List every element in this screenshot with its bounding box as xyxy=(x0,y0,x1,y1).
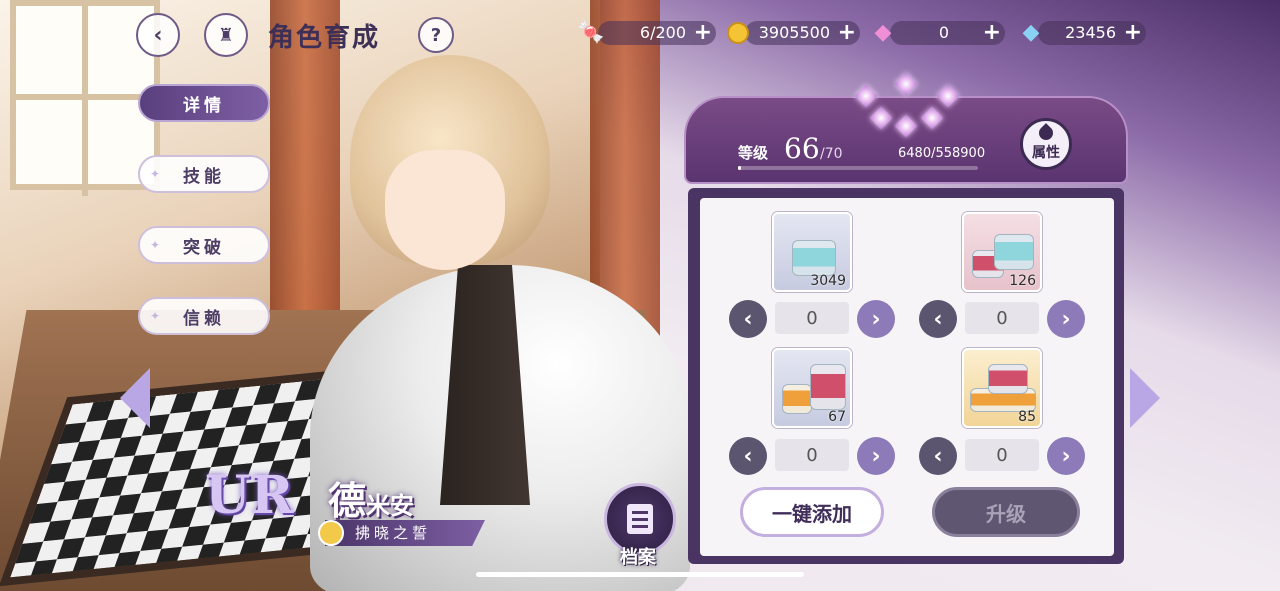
sparkle-icon: ✦ xyxy=(150,309,165,323)
exp-bar xyxy=(738,166,978,170)
prev-character-arrow-icon[interactable] xyxy=(120,368,150,428)
pink-gem-resource: ◆ 0 + xyxy=(875,21,1005,45)
menu-skills-label: 技能 xyxy=(183,166,225,187)
blue-gem-value: 23456 xyxy=(1065,23,1116,42)
item-4-quantity[interactable]: 0 xyxy=(965,439,1039,471)
help-button[interactable]: ? xyxy=(418,17,454,53)
chevron-left-icon: ‹ xyxy=(933,306,943,332)
item-2-decrease-button[interactable]: ‹ xyxy=(919,300,957,338)
item-4-increase-button[interactable]: › xyxy=(1047,437,1085,475)
sparkle-icon: ✦ xyxy=(150,238,165,252)
candy-icon: 🍬 xyxy=(577,20,605,45)
stamina-plus-button[interactable]: + xyxy=(694,21,712,45)
gold-value: 3905500 xyxy=(758,23,830,42)
item-1-quantity[interactable]: 0 xyxy=(775,302,849,334)
item-1-decrease-button[interactable]: ‹ xyxy=(729,300,767,338)
menu-breakthrough-label: 突破 xyxy=(183,237,225,258)
character-subtitle: 拂晓之誓 xyxy=(325,520,485,546)
item-count: 3049 xyxy=(810,273,846,289)
level-label: 等级 xyxy=(738,144,769,162)
exp-bar-fill xyxy=(738,166,741,170)
item-count: 67 xyxy=(828,409,846,425)
menu-breakthrough-tab[interactable]: ✦ 突破 xyxy=(138,226,270,264)
castle-home-icon: ♜ xyxy=(217,24,235,46)
stamina-resource: 🍬 6/200 + xyxy=(577,21,716,45)
character-name-main: 德 xyxy=(328,478,367,523)
top-bar: ‹ ♜ 角色育成 ? 🍬 6/200 + 3905500 + ◆ 0 + ◆ 2… xyxy=(0,0,1280,70)
exp-item-large-card[interactable]: 67 xyxy=(772,348,852,428)
exp-item-medium-card[interactable]: 126 xyxy=(962,212,1042,292)
attribute-label: 属性 xyxy=(1032,145,1060,161)
exp-item-huge-card[interactable]: 85 xyxy=(962,348,1042,428)
back-button[interactable]: ‹ xyxy=(136,13,180,57)
character-name: 德米安 xyxy=(328,470,414,525)
sparkle-icon: ✦ xyxy=(150,167,165,181)
item-1-increase-button[interactable]: › xyxy=(857,300,895,338)
menu-skills-tab[interactable]: ✦ 技能 xyxy=(138,155,270,193)
can-icon xyxy=(994,234,1034,270)
blue-gem-resource: ◆ 23456 + xyxy=(1023,21,1146,45)
item-4-decrease-button[interactable]: ‹ xyxy=(919,437,957,475)
can-icon xyxy=(792,240,836,276)
archive-label: 档案 xyxy=(620,547,656,568)
item-3-quantity[interactable]: 0 xyxy=(775,439,849,471)
add-all-button[interactable]: 一键添加 xyxy=(740,487,884,537)
rarity-badge: UR xyxy=(205,465,294,526)
can-icon xyxy=(988,364,1028,394)
attribute-button[interactable]: 属性 xyxy=(1020,118,1072,170)
menu-details-tab[interactable]: 详情 xyxy=(138,84,270,122)
stamina-value: 6/200 xyxy=(639,23,686,42)
item-2-quantity[interactable]: 0 xyxy=(965,302,1039,334)
chevron-right-icon: › xyxy=(1061,306,1071,332)
water-drop-icon xyxy=(1036,123,1056,143)
chevron-right-icon: › xyxy=(1061,443,1071,469)
item-count: 126 xyxy=(1009,273,1036,289)
gold-resource: 3905500 + xyxy=(727,21,860,45)
item-3-increase-button[interactable]: › xyxy=(857,437,895,475)
character-name-small: 米安 xyxy=(366,491,415,520)
level-header: 等级 66 /70 6480/558900 属性 xyxy=(684,96,1128,184)
chevron-left-icon: ‹ xyxy=(933,443,943,469)
page-title: 角色育成 xyxy=(268,23,381,53)
upgrade-button[interactable]: 升级 xyxy=(932,487,1080,537)
home-indicator[interactable] xyxy=(476,572,804,577)
can-icon xyxy=(810,364,846,410)
chevron-right-icon: › xyxy=(871,443,881,469)
home-button[interactable]: ♜ xyxy=(204,13,248,57)
gold-coin-icon xyxy=(723,18,753,48)
notebook-icon xyxy=(627,504,653,534)
exp-text: 6480/558900 xyxy=(898,146,986,161)
chevron-left-icon: ‹ xyxy=(743,443,753,469)
chevron-right-icon: › xyxy=(871,306,881,332)
item-3-decrease-button[interactable]: ‹ xyxy=(729,437,767,475)
next-character-arrow-icon[interactable] xyxy=(1130,368,1160,428)
item-count: 85 xyxy=(1018,409,1036,425)
item-2-increase-button[interactable]: › xyxy=(1047,300,1085,338)
menu-trust-tab[interactable]: ✦ 信赖 xyxy=(138,297,270,335)
menu-details-label: 详情 xyxy=(183,95,225,116)
blue-diamond-icon: ◆ xyxy=(1022,20,1040,45)
blue-gem-plus-button[interactable]: + xyxy=(1124,21,1142,45)
pink-gem-plus-button[interactable]: + xyxy=(983,21,1001,45)
face xyxy=(385,150,505,270)
menu-trust-label: 信赖 xyxy=(183,308,225,329)
pink-gem-value: 0 xyxy=(938,23,949,42)
back-arrow-icon: ‹ xyxy=(153,22,163,48)
level-max: /70 xyxy=(820,146,843,162)
chevron-left-icon: ‹ xyxy=(743,306,753,332)
level-current: 66 xyxy=(784,132,820,165)
pink-diamond-icon: ◆ xyxy=(874,20,892,45)
subtitle-emblem-icon xyxy=(318,520,344,546)
gold-plus-button[interactable]: + xyxy=(838,21,856,45)
exp-item-small-card[interactable]: 3049 xyxy=(772,212,852,292)
can-icon xyxy=(782,384,812,414)
help-icon: ? xyxy=(430,24,442,46)
